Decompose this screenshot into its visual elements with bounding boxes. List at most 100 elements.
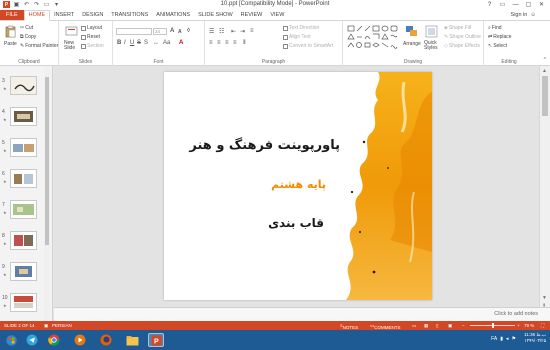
thumbnails-scrollbar[interactable] xyxy=(44,66,50,321)
slide-thumbnail[interactable] xyxy=(10,107,37,126)
collapse-ribbon-icon[interactable]: ^ xyxy=(544,57,546,63)
bullets-icon[interactable]: ☰ xyxy=(209,28,214,35)
spellcheck-icon[interactable]: ▣ xyxy=(44,323,48,329)
italic-button[interactable]: I xyxy=(124,40,126,46)
redo-icon[interactable]: ↷ xyxy=(33,1,40,8)
language-indicator[interactable]: PERSIAN xyxy=(52,323,72,328)
file-explorer-icon[interactable] xyxy=(124,333,140,347)
media-player-icon[interactable] xyxy=(72,333,88,347)
arrange-button[interactable]: Arrange xyxy=(403,41,421,47)
char-spacing-icon[interactable]: ↔ xyxy=(153,40,159,46)
increase-indent-icon[interactable]: ⇥ xyxy=(240,28,245,35)
slide-thumbnail[interactable] xyxy=(10,76,37,95)
grow-font-icon[interactable]: A xyxy=(170,28,174,34)
scroll-up-icon[interactable]: ▲ xyxy=(542,68,547,74)
maximize-button[interactable]: ▢ xyxy=(522,0,535,9)
find-button[interactable]: ⌕ Find xyxy=(488,25,502,31)
quick-styles-button[interactable]: Quick Styles xyxy=(424,41,440,51)
notes-pane[interactable]: Click to add notes xyxy=(54,307,550,321)
tab-review[interactable]: REVIEW xyxy=(237,10,267,20)
slide-thumbnail[interactable] xyxy=(10,293,37,312)
align-text-button[interactable]: Align Text xyxy=(283,34,311,40)
change-case-icon[interactable]: Aa xyxy=(163,40,170,46)
slide-subtitle[interactable]: پایه هشتم xyxy=(271,178,326,191)
clock[interactable]: 11:36 ب.ظ ۱۳۹۹/۰۳/۲۵ xyxy=(524,332,546,344)
slide-thumbnail[interactable] xyxy=(10,200,37,219)
zoom-out-icon[interactable]: – xyxy=(462,323,465,328)
language-indicator-taskbar[interactable]: FA xyxy=(491,336,497,342)
tab-animations[interactable]: ANIMATIONS xyxy=(152,10,194,20)
sign-in-link[interactable]: Sign in xyxy=(511,10,528,21)
strikethrough-button[interactable]: S xyxy=(137,40,141,46)
ribbon-display-button[interactable]: ▭ xyxy=(496,0,509,9)
align-left-icon[interactable]: ≡ xyxy=(209,40,213,46)
text-direction-button[interactable]: Text Direction xyxy=(283,25,319,31)
tab-view[interactable]: VIEW xyxy=(266,10,288,20)
select-button[interactable]: ↖ Select xyxy=(488,43,507,49)
tab-home[interactable]: HOME xyxy=(23,10,51,21)
columns-icon[interactable]: ⫴ xyxy=(243,40,246,47)
save-icon[interactable]: ▣ xyxy=(13,1,20,8)
clear-format-icon[interactable]: ◊ xyxy=(187,28,190,34)
user-icon[interactable]: ☺ xyxy=(530,10,536,21)
slide-title[interactable]: پاورپوینت فرهنگ و هنر xyxy=(189,138,340,153)
cut-button[interactable]: ✂ Cut xyxy=(20,25,33,31)
slide-thumbnail[interactable] xyxy=(10,262,37,281)
slide-topic[interactable]: قاب بندی xyxy=(268,216,324,230)
notes-toggle[interactable]: ≡ NOTES xyxy=(340,323,358,330)
zoom-level[interactable]: 79 % xyxy=(524,323,534,328)
replace-button[interactable]: ⇄ Replace xyxy=(488,34,512,40)
font-color-icon[interactable]: A xyxy=(179,40,183,46)
tab-file[interactable]: FILE xyxy=(0,10,24,20)
numbering-icon[interactable]: ☷ xyxy=(219,28,224,35)
slide-thumbnail[interactable] xyxy=(10,231,37,250)
slide-thumbnail[interactable] xyxy=(10,138,37,157)
scroll-down-icon[interactable]: ▼ xyxy=(542,295,547,301)
fit-slide-icon[interactable]: ⛶ xyxy=(541,323,544,328)
shadow-icon[interactable]: S xyxy=(144,40,148,46)
tab-transitions[interactable]: TRANSITIONS xyxy=(107,10,152,20)
current-slide[interactable]: پاورپوینت فرهنگ و هنر پایه هشتم قاب بندی xyxy=(164,72,432,300)
shape-fill-button[interactable]: ◈ Shape Fill xyxy=(444,25,471,31)
font-size-input[interactable]: 24 xyxy=(153,28,167,35)
shrink-font-icon[interactable]: A xyxy=(178,29,182,35)
layout-button[interactable]: Layout xyxy=(81,25,102,31)
undo-icon[interactable]: ↶ xyxy=(23,1,30,8)
line-spacing-icon[interactable]: ≡ xyxy=(250,28,254,34)
quick-styles-icon[interactable] xyxy=(425,25,438,38)
slide-thumbnail[interactable] xyxy=(10,169,37,188)
new-slide-button[interactable]: New Slide xyxy=(64,41,80,51)
firefox-icon[interactable] xyxy=(98,333,114,347)
align-center-icon[interactable]: ≡ xyxy=(217,40,221,46)
arrange-icon[interactable] xyxy=(405,25,418,38)
reading-view-icon[interactable]: ▯ xyxy=(436,323,438,329)
help-button[interactable]: ? xyxy=(483,0,496,9)
start-slideshow-icon[interactable]: ▭ xyxy=(43,1,50,8)
slide-sorter-icon[interactable]: ▦ xyxy=(424,323,428,329)
chrome-icon[interactable] xyxy=(46,333,62,347)
decrease-indent-icon[interactable]: ⇤ xyxy=(231,28,236,35)
paste-icon[interactable] xyxy=(4,25,17,38)
underline-button[interactable]: U xyxy=(130,40,134,46)
telegram-icon[interactable] xyxy=(24,333,40,347)
shape-outline-button[interactable]: ✎ Shape Outline xyxy=(444,34,481,40)
tab-slide-show[interactable]: SLIDE SHOW xyxy=(194,10,237,20)
copy-button[interactable]: ⧉ Copy xyxy=(20,34,36,40)
slide-scroll-thumb[interactable] xyxy=(542,76,548,116)
tab-insert[interactable]: INSERT xyxy=(50,10,78,20)
shape-effects-button[interactable]: ◇ Shape Effects xyxy=(444,43,480,49)
normal-view-icon[interactable]: ▭ xyxy=(412,323,416,329)
notes-placeholder[interactable]: Click to add notes xyxy=(494,311,538,317)
flag-icon[interactable]: ⚑ xyxy=(512,336,516,342)
zoom-slider-knob[interactable] xyxy=(492,323,494,328)
customize-qat-icon[interactable]: ▾ xyxy=(53,1,60,8)
paste-button[interactable]: Paste xyxy=(4,41,17,47)
format-painter-button[interactable]: ✎ Format Painter xyxy=(20,43,58,49)
network-icon[interactable]: ▮ xyxy=(500,336,503,342)
justify-icon[interactable]: ≡ xyxy=(233,40,237,46)
comments-toggle[interactable]: ▭ COMMENTS xyxy=(370,323,401,330)
minimize-button[interactable]: — xyxy=(509,0,522,9)
thumbnails-scroll-thumb[interactable] xyxy=(45,77,49,245)
shapes-gallery[interactable] xyxy=(347,25,399,51)
bold-button[interactable]: B xyxy=(117,40,121,46)
